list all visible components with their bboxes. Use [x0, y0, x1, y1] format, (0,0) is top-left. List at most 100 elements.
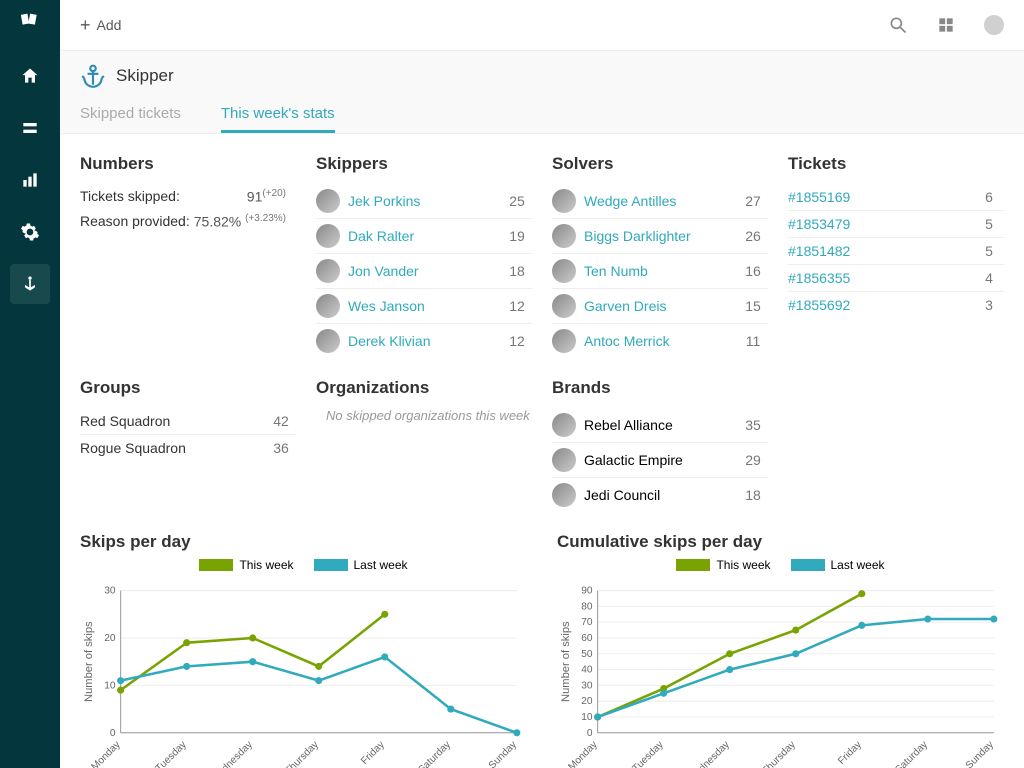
row-name: Rogue Squadron	[80, 440, 266, 456]
ticket-link[interactable]: #1851482	[788, 243, 974, 259]
avatar	[552, 448, 576, 472]
list-item: Wes Janson12	[316, 289, 532, 324]
add-label: Add	[97, 17, 122, 33]
row-count: 26	[738, 228, 768, 244]
avatar	[552, 483, 576, 507]
svg-text:0: 0	[587, 728, 593, 739]
list-item: Jedi Council18	[552, 478, 768, 512]
row-name[interactable]: Wedge Antilles	[584, 193, 738, 209]
svg-text:Wednesday: Wednesday	[686, 739, 732, 768]
groups-section: Groups Red Squadron42Rogue Squadron36	[80, 378, 296, 512]
reason-provided-label: Reason provided:	[80, 213, 190, 230]
solvers-title: Solvers	[552, 154, 768, 174]
row-count: 42	[266, 413, 296, 429]
list-item: Wedge Antilles27	[552, 184, 768, 219]
row-count: 35	[738, 417, 768, 433]
nav-views[interactable]	[10, 108, 50, 148]
row-count: 18	[738, 487, 768, 503]
avatar	[316, 329, 340, 353]
svg-text:70: 70	[581, 617, 593, 628]
list-item: Rebel Alliance35	[552, 408, 768, 443]
row-count: 27	[738, 193, 768, 209]
tickets-skipped-value: 91	[247, 189, 263, 205]
row-count: 12	[502, 333, 532, 349]
skippers-section: Skippers Jek Porkins25Dak Ralter19Jon Va…	[316, 154, 532, 358]
svg-text:20: 20	[581, 696, 593, 707]
ticket-link[interactable]: #1856355	[788, 270, 974, 286]
avatar	[316, 259, 340, 283]
sidebar	[0, 0, 60, 768]
list-item: #18534795	[788, 211, 1004, 238]
row-count: 5	[974, 216, 1004, 232]
svg-text:Number of skips: Number of skips	[560, 621, 572, 702]
avatar	[552, 189, 576, 213]
list-item: Antoc Merrick11	[552, 324, 768, 358]
svg-text:10: 10	[581, 712, 593, 723]
row-name[interactable]: Jon Vander	[348, 263, 502, 279]
svg-text:Saturday: Saturday	[416, 739, 453, 768]
svg-text:40: 40	[581, 665, 593, 676]
row-name: Red Squadron	[80, 413, 266, 429]
row-count: 6	[974, 189, 1004, 205]
svg-text:Sunday: Sunday	[964, 739, 997, 768]
row-name[interactable]: Jek Porkins	[348, 193, 502, 209]
svg-text:Thursday: Thursday	[760, 739, 798, 768]
nav-skipper[interactable]	[10, 264, 50, 304]
row-name[interactable]: Biggs Darklighter	[584, 228, 738, 244]
legend-this-week: This week	[716, 558, 770, 572]
reason-provided-delta: (+3.23%)	[245, 213, 286, 224]
svg-text:60: 60	[581, 633, 593, 644]
nav-reports[interactable]	[10, 160, 50, 200]
svg-text:Friday: Friday	[359, 739, 387, 767]
avatar	[316, 189, 340, 213]
row-name[interactable]: Dak Ralter	[348, 228, 502, 244]
row-name[interactable]: Antoc Merrick	[584, 333, 738, 349]
svg-text:Number of skips: Number of skips	[83, 621, 95, 702]
row-count: 3	[974, 297, 1004, 313]
row-name[interactable]: Derek Klivian	[348, 333, 502, 349]
chart-cumulative-skips: Cumulative skips per day This week Last …	[557, 532, 1004, 768]
row-name[interactable]: Wes Janson	[348, 298, 502, 314]
row-name[interactable]: Ten Numb	[584, 263, 738, 279]
svg-text:0: 0	[110, 728, 116, 739]
svg-text:Monday: Monday	[89, 739, 123, 768]
nav-home[interactable]	[10, 56, 50, 96]
row-name[interactable]: Garven Dreis	[584, 298, 738, 314]
nav-admin[interactable]	[10, 212, 50, 252]
list-item: #18563554	[788, 265, 1004, 292]
svg-text:Tuesday: Tuesday	[631, 739, 667, 768]
tab-weeks-stats[interactable]: This week's stats	[221, 105, 335, 133]
add-button[interactable]: +Add	[80, 15, 121, 36]
svg-text:Monday: Monday	[566, 739, 600, 768]
logo-icon	[20, 10, 40, 30]
numbers-title: Numbers	[80, 154, 296, 174]
organizations-empty: No skipped organizations this week	[316, 408, 532, 423]
chart-cumulative-title: Cumulative skips per day	[557, 532, 1004, 552]
row-name: Jedi Council	[584, 487, 738, 503]
tickets-title: Tickets	[788, 154, 1004, 174]
user-avatar[interactable]	[984, 15, 1004, 35]
svg-text:Friday: Friday	[836, 739, 864, 767]
row-count: 29	[738, 452, 768, 468]
chart-svg: 0102030MondayTuesdayWednesdayThursdayFri…	[80, 572, 527, 768]
ticket-link[interactable]: #1853479	[788, 216, 974, 232]
svg-text:50: 50	[581, 649, 593, 660]
row-count: 15	[738, 298, 768, 314]
row-count: 4	[974, 270, 1004, 286]
row-count: 16	[738, 263, 768, 279]
tab-skipped-tickets[interactable]: Skipped tickets	[80, 105, 181, 133]
avatar	[552, 329, 576, 353]
search-icon[interactable]	[888, 15, 908, 35]
tickets-skipped-delta: (+20)	[262, 188, 286, 199]
app-title: Skipper	[116, 66, 174, 86]
row-count: 36	[266, 440, 296, 456]
ticket-link[interactable]: #1855169	[788, 189, 974, 205]
svg-text:Sunday: Sunday	[487, 739, 520, 768]
row-name: Rebel Alliance	[584, 417, 738, 433]
apps-icon[interactable]	[936, 15, 956, 35]
brands-section: Brands Rebel Alliance35Galactic Empire29…	[552, 378, 768, 512]
row-count: 11	[738, 333, 768, 349]
ticket-link[interactable]: #1855692	[788, 297, 974, 313]
chart-svg: 0102030405060708090MondayTuesdayWednesda…	[557, 572, 1004, 768]
list-item: Garven Dreis15	[552, 289, 768, 324]
